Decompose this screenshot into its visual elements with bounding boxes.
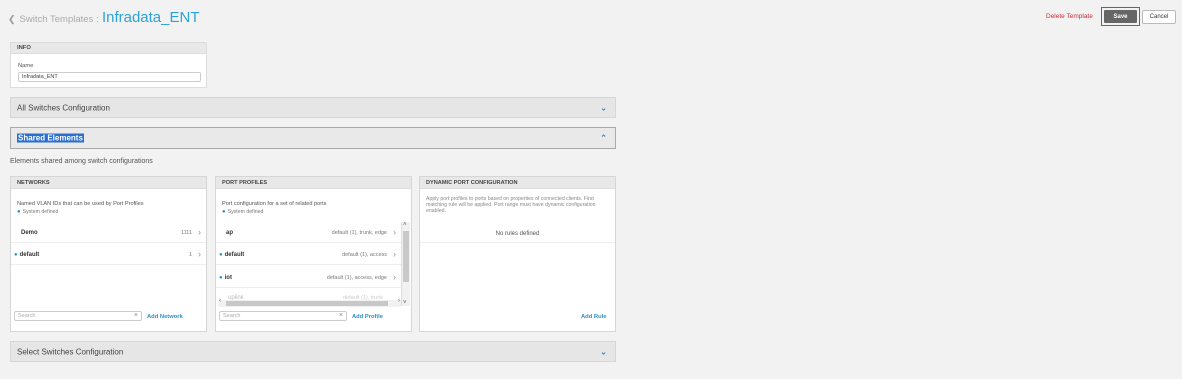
profile-name: ● iot [219,275,232,281]
profile-summary: default (1), access [342,252,387,258]
scrollbar-thumb[interactable] [403,231,409,282]
add-profile-button[interactable]: Add Profile [352,314,383,320]
port-profile-row[interactable]: ● default default (1), access › [216,245,401,265]
shared-elements-label: Shared Elements [17,133,84,143]
networks-description: Named VLAN IDs that can be used by Port … [17,201,144,207]
scroll-up-icon[interactable]: ˄ [403,222,407,228]
port-profile-row[interactable]: ap default (1), trunk, edge › [216,223,401,243]
close-icon[interactable]: × [339,312,343,319]
empty-state: No rules defined [495,231,540,237]
add-network-button[interactable]: Add Network [147,314,183,320]
delete-template-button[interactable]: Delete Template [1046,13,1093,20]
page-title: Infradata_ENT [101,9,200,26]
dot-icon: ● [14,252,18,258]
all-switches-label: All Switches Configuration [17,103,110,112]
network-row[interactable]: ● default 1 › [11,245,206,265]
chevron-right-icon: › [393,227,396,237]
chevron-right-icon: › [198,227,201,237]
search-placeholder: Search [223,313,241,319]
save-button-highlight: Save [1101,7,1140,26]
cancel-button[interactable]: Cancel [1142,10,1176,24]
network-name-text: default [19,252,40,258]
divider [420,242,615,243]
profile-summary: default (1), access, edge [326,275,387,281]
port-profiles-description: Port configuration for a set of related … [222,201,327,207]
chevron-down-icon[interactable]: ⌄ [600,103,607,112]
chevron-down-icon[interactable]: ⌄ [600,347,607,356]
scroll-right-icon[interactable]: › [398,298,400,304]
select-switches-label: Select Switches Configuration [17,347,124,356]
port-profile-row[interactable]: ● iot default (1), access, edge › [216,268,401,288]
dot-icon: ● [222,209,226,215]
chevron-right-icon: › [393,249,396,259]
network-name: ● default [14,252,39,258]
all-switches-accordion[interactable]: All Switches Configuration ⌄ [10,97,616,118]
name-input[interactable]: Infradata_ENT [18,72,201,82]
scrollbar-thumb[interactable] [226,301,388,306]
scroll-left-icon[interactable]: ‹ [219,298,221,304]
breadcrumb: ❮ Switch Templates : Infradata_ENT [8,9,200,26]
chevron-up-icon[interactable]: ⌃ [600,134,607,143]
name-label: Name [18,63,34,69]
search-placeholder: Search [18,313,36,319]
dot-icon: ● [219,252,223,258]
profiles-search-input[interactable]: Search × [219,311,347,321]
networks-heading: NETWORKS [11,177,206,189]
profile-name-text: default [224,252,245,258]
horizontal-scrollbar[interactable]: ‹ › [218,298,401,307]
dynamic-port-config-panel: DYNAMIC PORT CONFIGURATION Apply port pr… [419,176,616,332]
dot-icon: ● [17,209,21,215]
shared-elements-description: Elements shared among switch configurati… [10,158,153,165]
dynamic-port-config-heading: DYNAMIC PORT CONFIGURATION [420,177,615,189]
chevron-left-icon[interactable]: ❮ [8,14,16,25]
scroll-down-icon[interactable]: ˅ [403,300,407,306]
network-name: Demo [21,230,38,236]
info-heading: INFO [11,43,206,54]
system-defined-legend: ● System defined [222,209,263,215]
breadcrumb-parent-link[interactable]: Switch Templates [20,14,94,25]
dynamic-port-config-description: Apply port profiles to ports based on pr… [426,196,596,214]
network-row[interactable]: Demo 1111 › [11,223,206,243]
shared-elements-accordion[interactable]: Shared Elements ⌃ [10,127,616,149]
legend-label: System defined [22,209,59,215]
select-switches-accordion[interactable]: Select Switches Configuration ⌄ [10,341,616,362]
networks-search-input[interactable]: Search × [14,311,142,321]
breadcrumb-separator: : [96,14,99,25]
system-defined-legend: ● System defined [17,209,58,215]
port-profiles-panel: PORT PROFILES Port configuration for a s… [215,176,412,332]
legend-label: System defined [227,209,264,215]
chevron-right-icon: › [198,249,201,259]
profile-name-text: iot [224,275,232,281]
networks-panel: NETWORKS Named VLAN IDs that can be used… [10,176,207,332]
network-vlan: 1111 [180,230,192,236]
profile-summary: default (1), trunk, edge [331,230,387,236]
profile-name: ap [226,230,234,236]
save-button[interactable]: Save [1104,10,1137,23]
vertical-scrollbar[interactable]: ˄ ˅ [401,222,410,306]
profile-name: ● default [219,252,244,258]
network-vlan: 1 [188,252,192,258]
chevron-right-icon: › [393,272,396,282]
add-rule-button[interactable]: Add Rule [581,314,606,320]
port-profiles-heading: PORT PROFILES [216,177,411,189]
info-panel: INFO Name Infradata_ENT [10,42,207,88]
dot-icon: ● [219,275,223,281]
close-icon[interactable]: × [134,312,138,319]
